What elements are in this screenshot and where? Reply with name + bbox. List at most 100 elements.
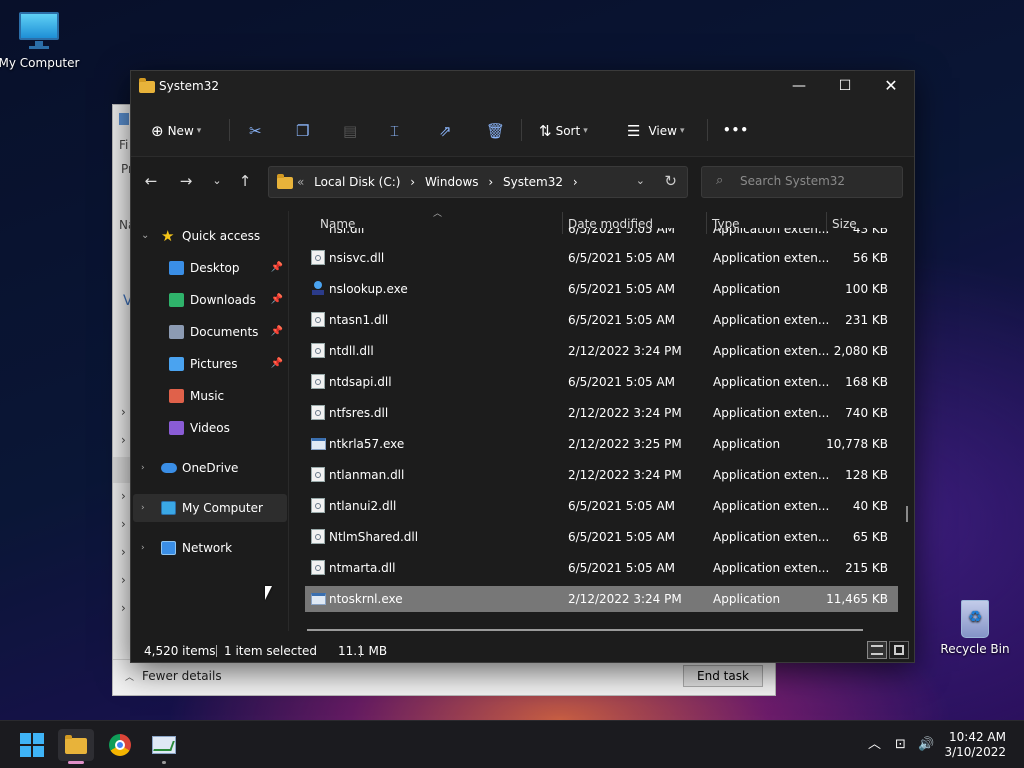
- sidebar-item-network[interactable]: › Network: [133, 534, 287, 562]
- sidebar-item-downloads[interactable]: Downloads 📌: [133, 286, 287, 314]
- address-bar[interactable]: « Local Disk (C:) › Windows › System32 ›…: [268, 166, 688, 198]
- up-button[interactable]: ↑: [235, 172, 255, 190]
- sidebar-item-music[interactable]: Music: [133, 382, 287, 410]
- sidebar-item-label: My Computer: [182, 501, 263, 515]
- pane-splitter[interactable]: [288, 211, 289, 631]
- table-row[interactable]: ntfsres.dll 2/12/2022 3:24 PM Application …: [305, 400, 898, 426]
- file-name: ntkrla57.exe: [329, 437, 405, 451]
- background-window-footer: ︿ Fewer details End task: [113, 659, 775, 695]
- chevron-down-icon: ▾: [583, 125, 588, 136]
- table-row[interactable]: ntdll.dll 2/12/2022 3:24 PM Application ex…: [305, 338, 898, 364]
- table-row[interactable]: ntkrla57.exe 2/12/2022 3:25 PM Application…: [305, 431, 898, 457]
- search-box[interactable]: ⌕: [701, 166, 903, 198]
- share-button[interactable]: ⇗: [439, 117, 452, 143]
- chevron-down-icon: ▾: [196, 125, 202, 136]
- cut-button[interactable]: ✂: [249, 117, 262, 143]
- sidebar-item-desktop[interactable]: Desktop 📌: [133, 254, 287, 282]
- monitor-icon: [161, 501, 176, 515]
- horizontal-scrollbar[interactable]: [307, 629, 863, 631]
- copy-button[interactable]: ❐: [296, 117, 309, 143]
- sidebar-item-label: Documents: [190, 325, 259, 339]
- file-name: nsi.dll: [329, 228, 365, 236]
- sort-button[interactable]: ⇅ Sort ▾: [539, 117, 588, 143]
- file-size: 100 KB: [845, 282, 888, 296]
- view-label: View: [648, 123, 677, 138]
- file-date: 2/12/2022 3:24 PM: [568, 468, 682, 482]
- table-row[interactable]: ntasn1.dll 6/5/2021 5:05 AM Application ex…: [305, 307, 898, 333]
- taskbar-file-explorer[interactable]: [58, 729, 94, 764]
- breadcrumb-system32[interactable]: System32: [503, 175, 563, 189]
- desktop-my-computer[interactable]: My Computer: [0, 12, 84, 70]
- table-row[interactable]: ntmarta.dll 6/5/2021 5:05 AM Application e…: [305, 555, 898, 581]
- sidebar-item-quick-access[interactable]: ⌄ ★ Quick access: [133, 222, 287, 250]
- new-button[interactable]: ⊕ New ▾: [151, 117, 201, 143]
- table-row[interactable]: nsisvc.dll 6/5/2021 5:05 AM Application ex…: [305, 245, 898, 271]
- file-name: ntmarta.dll: [329, 561, 396, 575]
- show-hidden-icons-button[interactable]: ︿: [868, 721, 881, 768]
- table-row[interactable]: nslookup.exe 6/5/2021 5:05 AM Application 1…: [305, 276, 898, 302]
- close-button[interactable]: ✕: [868, 71, 914, 101]
- large-icons-view-button[interactable]: [889, 641, 909, 659]
- address-dropdown-icon[interactable]: ⌄: [636, 174, 645, 187]
- view-button[interactable]: ☰ View ▾: [627, 117, 684, 143]
- maximize-button[interactable]: ☐: [822, 71, 868, 101]
- downloads-icon: [169, 293, 184, 307]
- pin-icon: 📌: [270, 294, 283, 305]
- file-type: Application exten...: [713, 561, 830, 575]
- fewer-details-button[interactable]: ︿ Fewer details: [125, 669, 222, 683]
- table-row[interactable]: nsi.dll 6/5/2021 5:05 AM Application ext…: [305, 228, 898, 240]
- breadcrumb-overflow[interactable]: «: [297, 175, 304, 189]
- recent-locations-button[interactable]: ⌄: [207, 174, 227, 187]
- sidebar-item-documents[interactable]: Documents 📌: [133, 318, 287, 346]
- search-icon: ⌕: [716, 173, 724, 188]
- table-row[interactable]: ntlanui2.dll 6/5/2021 5:05 AM Application …: [305, 493, 898, 519]
- table-row[interactable]: ntoskrnl.exe 2/12/2022 3:24 PM Application…: [305, 586, 898, 612]
- rename-button[interactable]: ⌶: [390, 117, 399, 143]
- start-button[interactable]: [14, 729, 50, 761]
- sidebar-item-label: Downloads: [190, 293, 256, 307]
- sidebar-item-label: Network: [182, 541, 233, 555]
- breadcrumb-local-disk[interactable]: Local Disk (C:): [314, 175, 400, 189]
- selected-row-strip: [113, 457, 131, 483]
- vertical-scrollbar[interactable]: [906, 506, 908, 522]
- file-size: 740 KB: [845, 406, 888, 420]
- table-row[interactable]: ntlanman.dll 2/12/2022 3:24 PM Application…: [305, 462, 898, 488]
- delete-button[interactable]: 🗑: [486, 117, 505, 143]
- sort-label: Sort: [555, 123, 581, 138]
- paste-button[interactable]: ▤: [343, 117, 357, 143]
- pin-icon: 📌: [270, 262, 283, 273]
- breadcrumb-windows[interactable]: Windows: [425, 175, 479, 189]
- clock-date: 3/10/2022: [944, 745, 1006, 759]
- back-button[interactable]: ←: [141, 172, 161, 190]
- table-row[interactable]: ntdsapi.dll 6/5/2021 5:05 AM Application e…: [305, 369, 898, 395]
- file-size: 231 KB: [845, 313, 888, 327]
- sidebar-item-videos[interactable]: Videos: [133, 414, 287, 442]
- sidebar-item-onedrive[interactable]: › OneDrive: [133, 454, 287, 482]
- music-icon: [169, 389, 184, 403]
- details-view-button[interactable]: [867, 641, 887, 659]
- navigation-pane: ⌄ ★ Quick access Desktop 📌 Downloads 📌 Docum…: [131, 206, 291, 631]
- table-row[interactable]: NtlmShared.dll 6/5/2021 5:05 AM Applicatio…: [305, 524, 898, 550]
- network-tray-button[interactable]: ⊡: [895, 721, 906, 768]
- minimize-button[interactable]: —: [776, 71, 822, 101]
- sidebar-item-pictures[interactable]: Pictures 📌: [133, 350, 287, 378]
- volume-tray-button[interactable]: 🔊: [918, 721, 934, 768]
- plus-circle-icon: ⊕: [151, 121, 164, 140]
- chevron-right-icon: ›: [141, 463, 145, 473]
- title-bar[interactable]: System32 — ☐ ✕: [131, 71, 914, 103]
- pictures-icon: [169, 357, 184, 371]
- taskbar-clock[interactable]: 10:42 AM 3/10/2022: [944, 730, 1006, 760]
- sidebar-item-my-computer[interactable]: › My Computer: [133, 494, 287, 522]
- sort-arrows-icon: ⇅: [539, 121, 552, 140]
- file-explorer-window[interactable]: System32 — ☐ ✕ ⊕ New ▾ ✂ ❐ ▤ ⌶ ⇗ 🗑 ⇅ Sort ▾ …: [130, 70, 915, 663]
- file-date: 2/12/2022 3:24 PM: [568, 592, 682, 606]
- end-task-button[interactable]: End task: [683, 665, 763, 687]
- desktop-recycle-bin[interactable]: ♻ Recycle Bin: [930, 598, 1020, 656]
- more-options-button[interactable]: •••: [723, 117, 749, 143]
- taskbar-task-manager[interactable]: [146, 729, 182, 764]
- forward-button[interactable]: →: [176, 172, 196, 190]
- status-item-count: 4,520 items: [144, 644, 216, 658]
- taskbar-chrome[interactable]: [102, 729, 138, 761]
- refresh-icon[interactable]: ↻: [664, 172, 677, 190]
- search-input[interactable]: [740, 174, 890, 188]
